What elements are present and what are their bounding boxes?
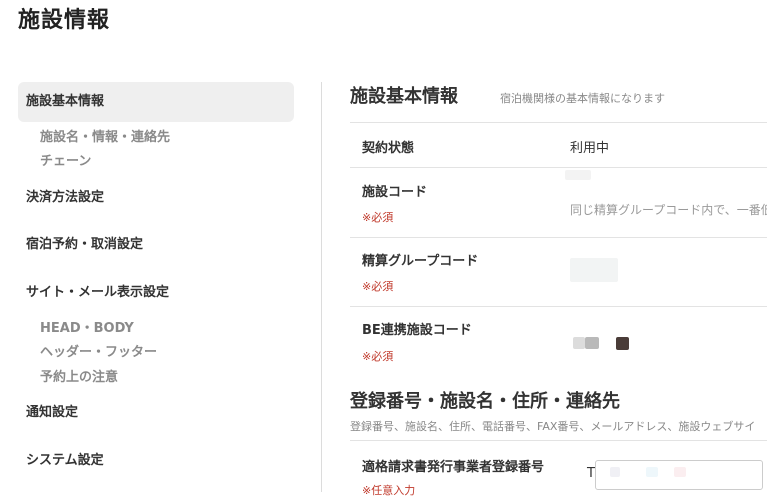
masked-value [570,258,618,282]
sidebar-subitem-notes[interactable]: 予約上の注意 [40,368,118,388]
divider [350,122,767,123]
divider [350,167,767,168]
divider [350,306,767,307]
masked-value [573,337,585,349]
sidebar-item-system[interactable]: システム設定 [18,441,294,481]
contract-status-label: 契約状態 [362,141,415,156]
sidebar-item-notification[interactable]: 通知設定 [18,393,294,433]
divider [350,237,767,238]
invoice-registration-input[interactable] [595,460,763,490]
section-subtitle-registration: 登録番号、施設名、住所、電話番号、FAX番号、メールアドレス、施設ウェブサイ [350,420,756,433]
main-content: 施設基本情報 宿泊機関様の基本情報になります 契約状態 利用中 施設コード ※必… [350,0,767,497]
invoice-prefix: T [587,466,595,481]
sidebar-item-reservation[interactable]: 宿泊予約・取消設定 [18,225,294,265]
section-title-registration: 登録番号・施設名・住所・連絡先 [350,391,620,412]
optional-mark: ※任意入力 [362,484,416,497]
page-title: 施設情報 [18,8,111,33]
be-link-code-label: BE連携施設コード [362,323,472,338]
required-mark: ※必須 [362,280,394,293]
required-mark: ※必須 [362,211,394,224]
divider [350,440,767,441]
masked-value [616,337,629,350]
sidebar-item-payment[interactable]: 決済方法設定 [18,178,294,218]
sidebar-divider [321,82,322,492]
sidebar-subitem-header-footer[interactable]: ヘッダー・フッター [40,343,157,363]
masked-value [646,467,658,477]
sidebar-subitem-chain[interactable]: チェーン [40,152,91,172]
masked-value [565,170,591,180]
sidebar-subitem-head-body[interactable]: HEAD・BODY [40,319,134,339]
sidebar-subitem-facility-name[interactable]: 施設名・情報・連絡先 [40,128,170,148]
required-mark: ※必須 [362,350,394,363]
settlement-group-code-label: 精算グループコード [362,254,479,269]
masked-value [674,467,686,477]
section-subtitle-basic: 宿泊機関様の基本情報になります [500,92,665,105]
section-title-basic: 施設基本情報 [350,86,458,107]
facility-code-hint: 同じ精算グループコード内で、一番低 [570,203,767,217]
facility-code-label: 施設コード [362,185,428,200]
sidebar-item-site-mail[interactable]: サイト・メール表示設定 [18,273,294,313]
contract-status-value: 利用中 [570,141,610,156]
masked-value [610,467,620,477]
sidebar-item-facility-basic[interactable]: 施設基本情報 [18,82,294,122]
masked-value [585,337,599,349]
invoice-registration-label: 適格請求書発行事業者登録番号 [362,460,545,475]
